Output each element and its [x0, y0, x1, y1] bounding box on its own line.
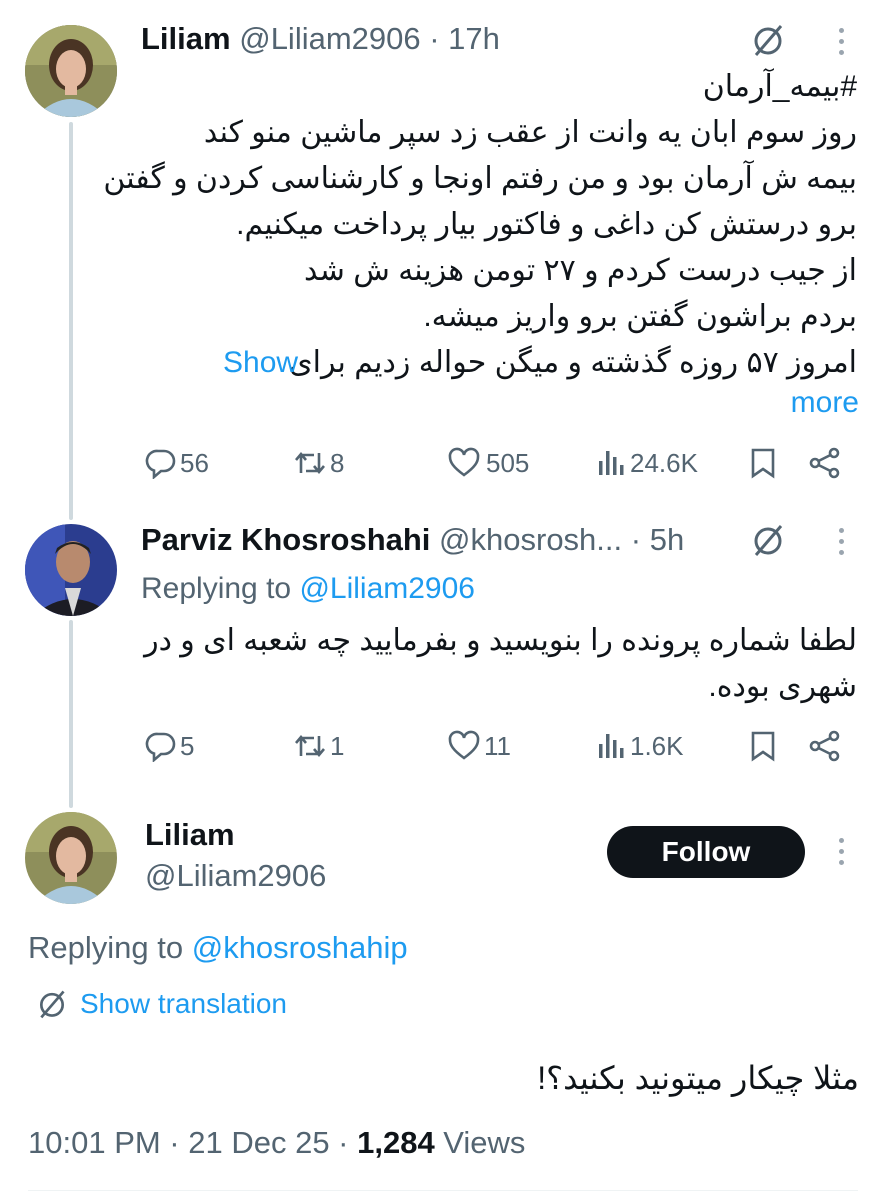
author-handle[interactable]: @Liliam2906 — [239, 21, 420, 56]
bookmark-icon[interactable] — [749, 730, 777, 767]
tweet-text-line: شهری بوده. — [708, 670, 857, 703]
retweet-count: 1 — [330, 730, 345, 761]
tweet-timestamp-row: 10:01 PM · 21 Dec 25 · 1,284 Views — [28, 1124, 525, 1162]
tweet-text-line: برو درستش کن داغی و فاکتور بیار پرداخت م… — [236, 208, 857, 241]
timestamp[interactable]: 10:01 PM · 21 Dec 25 · — [28, 1125, 357, 1160]
post-time[interactable]: · 5h — [631, 522, 684, 557]
share-icon[interactable] — [808, 730, 842, 767]
replying-label: Replying to — [28, 930, 184, 965]
like-count: 11 — [484, 730, 511, 761]
grok-translate-icon[interactable] — [750, 22, 786, 63]
replying-label: Replying to — [141, 572, 292, 605]
reply-button[interactable]: 5 — [145, 730, 194, 762]
tweet-text: مثلا چیکار میتونید بکنید؟! — [537, 1060, 859, 1096]
author-handle[interactable]: @Liliam2906 — [145, 857, 326, 895]
views-icon — [599, 734, 624, 758]
like-count: 505 — [486, 447, 530, 478]
reply-icon — [145, 449, 176, 479]
grok-translate-icon — [40, 990, 65, 1019]
more-dots-icon[interactable] — [839, 28, 847, 61]
like-icon — [448, 447, 480, 477]
replying-to: Replying to @khosroshahip — [28, 929, 408, 967]
show-more-link[interactable]: Show — [223, 340, 298, 386]
avatar[interactable] — [25, 25, 117, 117]
reply-icon — [145, 732, 176, 762]
tweet-text-line: از جیب درست کردم و ۲۷ تومن هزینه ش شد — [304, 254, 857, 287]
reply-button[interactable]: 56 — [145, 447, 209, 479]
more-dots-icon[interactable] — [839, 838, 847, 871]
tweet-text-line: لطفا شماره پرونده را بنویسید و بفرمایید … — [144, 624, 857, 657]
more-dots-icon[interactable] — [839, 528, 847, 561]
views-label: Views — [434, 1125, 526, 1160]
bookmark-icon[interactable] — [749, 447, 777, 484]
replying-to: Replying to @Liliam2906 — [141, 570, 475, 608]
follow-button[interactable]: Follow — [607, 826, 805, 878]
views-icon — [599, 451, 624, 475]
author-name[interactable]: Liliam — [145, 816, 235, 854]
views-count: 24.6K — [630, 447, 698, 478]
author-handle[interactable]: @khosrosh... — [439, 522, 622, 557]
replying-handle[interactable]: @Liliam2906 — [299, 572, 475, 605]
views-count: 1.6K — [630, 730, 684, 761]
thread-line — [69, 620, 73, 808]
like-icon — [448, 730, 480, 760]
tweet-header: Liliam @Liliam2906 · 17h — [141, 20, 500, 58]
divider — [28, 1190, 858, 1191]
show-translation-button[interactable]: Show translation — [36, 988, 287, 1020]
tweet-text-line: امروز ۵۷ روزه گذشته و میگن حواله زدیم بر… — [289, 346, 857, 379]
grok-translate-icon[interactable] — [750, 522, 786, 563]
like-button[interactable]: 505 — [447, 447, 529, 479]
tweet-header: Parviz Khosroshahi @khosrosh... · 5h — [141, 521, 684, 559]
views-button[interactable]: 24.6K — [597, 447, 698, 479]
show-translation-label: Show translation — [80, 988, 288, 1019]
retweet-icon — [295, 734, 325, 758]
retweet-count: 8 — [330, 447, 345, 478]
retweet-icon — [295, 451, 325, 475]
tweet-text-line: روز سوم ابان یه وانت از عقب زد سپر ماشین… — [203, 116, 857, 149]
tweet-text-line: بردم براشون گفتن برو واریز میشه. — [423, 300, 857, 333]
views-count: 1,284 — [357, 1125, 435, 1160]
post-time[interactable]: · 17h — [429, 21, 500, 56]
reply-count: 5 — [180, 730, 195, 761]
author-name[interactable]: Parviz Khosroshahi — [141, 522, 430, 557]
reply-count: 56 — [180, 447, 209, 478]
tweet-text-line: بیمه ش آرمان بود و من رفتم اونجا و کارشن… — [103, 162, 857, 195]
retweet-button[interactable]: 8 — [293, 447, 344, 479]
thread-line — [69, 122, 73, 520]
views-button[interactable]: 1.6K — [597, 730, 684, 762]
avatar[interactable] — [25, 524, 117, 616]
like-button[interactable]: 11 — [447, 730, 511, 762]
retweet-button[interactable]: 1 — [293, 730, 344, 762]
replying-handle[interactable]: @khosroshahip — [192, 930, 408, 965]
share-icon[interactable] — [808, 447, 842, 484]
hashtag-link[interactable]: #بیمه_آرمان — [703, 64, 857, 110]
show-more-link[interactable]: more — [791, 380, 859, 426]
author-name[interactable]: Liliam — [141, 21, 231, 56]
avatar[interactable] — [25, 812, 117, 904]
